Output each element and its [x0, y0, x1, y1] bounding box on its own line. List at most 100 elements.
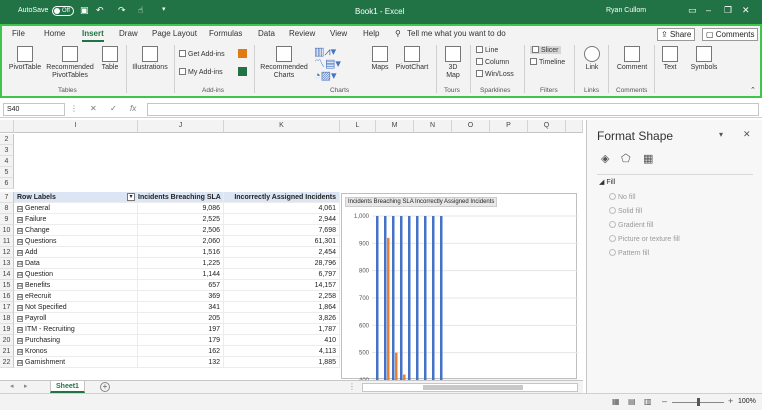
sparkline-column-button[interactable]: Column — [476, 58, 509, 66]
gradient-fill-option[interactable]: Gradient fill — [609, 221, 653, 229]
pivottable-button[interactable]: PivotTable — [8, 46, 42, 72]
value-cell[interactable]: 162 — [138, 346, 224, 357]
pattern-fill-option[interactable]: Pattern fill — [609, 249, 649, 257]
value-cell[interactable]: 1,225 — [138, 258, 224, 269]
value-cell[interactable]: 341 — [138, 302, 224, 313]
column-header[interactable]: Q — [528, 120, 566, 133]
value-cell[interactable]: 2,060 — [138, 236, 224, 247]
value-cell[interactable]: 1,144 — [138, 269, 224, 280]
redo-icon[interactable]: ↷ — [118, 5, 126, 16]
next-sheet-icon[interactable]: ▸ — [24, 382, 28, 390]
bar-incidents-breaching-sla[interactable] — [384, 216, 387, 380]
bar-incidents-breaching-sla[interactable] — [376, 216, 379, 380]
visio-icon[interactable] — [238, 67, 247, 76]
value-cell[interactable]: 2,944 — [224, 214, 340, 225]
expand-icon[interactable]: ⊟ — [17, 261, 23, 267]
expand-icon[interactable]: ⊟ — [17, 338, 23, 344]
maps-button[interactable]: Maps — [368, 46, 392, 72]
bar-incorrectly-assigned[interactable] — [387, 237, 390, 380]
row-label-cell[interactable]: ⊟ Garnishment — [14, 357, 138, 368]
row-label-cell[interactable]: ⊟ Questions — [14, 236, 138, 247]
page-break-view-icon[interactable]: ▥ — [644, 397, 652, 406]
autosave-toggle[interactable]: Off — [52, 6, 74, 16]
function-icon[interactable]: fx — [130, 104, 136, 113]
bar-incidents-breaching-sla[interactable] — [432, 216, 435, 380]
page-layout-view-icon[interactable]: ▤ — [628, 397, 636, 406]
row-number[interactable]: 5 — [0, 167, 14, 178]
prev-sheet-icon[interactable]: ◂ — [10, 382, 14, 390]
row-label-cell[interactable]: ⊟ Change — [14, 225, 138, 236]
save-icon[interactable]: ▣ — [80, 5, 89, 16]
expand-icon[interactable]: ⊟ — [17, 283, 23, 289]
column-header[interactable]: O — [452, 120, 490, 133]
row-number[interactable]: 10 — [0, 225, 14, 236]
row-number[interactable]: 17 — [0, 302, 14, 313]
row-label-cell[interactable]: ⊟ Data — [14, 258, 138, 269]
value-cell[interactable]: 1,864 — [224, 302, 340, 313]
comments-button[interactable]: ▢ Comments — [702, 28, 759, 41]
enter-icon[interactable]: ✓ — [110, 104, 117, 113]
bar-incidents-breaching-sla[interactable] — [400, 216, 403, 380]
row-number[interactable]: 15 — [0, 280, 14, 291]
row-number[interactable]: 11 — [0, 236, 14, 247]
row-number[interactable]: 6 — [0, 178, 14, 189]
expand-icon[interactable]: ⊟ — [17, 250, 23, 256]
value-cell[interactable]: 657 — [138, 280, 224, 291]
expand-icon[interactable]: ⊟ — [17, 316, 23, 322]
my-addins-button[interactable]: My Add-ins — [179, 68, 223, 76]
expand-icon[interactable]: ⊟ — [17, 239, 23, 245]
sparkline-winloss-button[interactable]: Win/Loss — [476, 70, 514, 78]
value-cell[interactable]: 4,061 — [224, 203, 340, 214]
bar-incorrectly-assigned[interactable] — [395, 352, 398, 380]
value-cell[interactable]: 1,516 — [138, 247, 224, 258]
bar-incidents-breaching-sla[interactable] — [416, 216, 419, 380]
name-box[interactable]: S40 — [3, 103, 65, 116]
close-icon[interactable]: ✕ — [742, 5, 750, 16]
zoom-out-icon[interactable]: – — [662, 396, 667, 406]
expand-icon[interactable]: ⊟ — [17, 272, 23, 278]
close-pane-icon[interactable]: ✕ — [743, 129, 751, 140]
row-label-cell[interactable]: ⊟ Not Specified — [14, 302, 138, 313]
row-number[interactable]: 3 — [0, 145, 14, 156]
bar-incidents-breaching-sla[interactable] — [392, 216, 395, 380]
value-cell[interactable]: 28,796 — [224, 258, 340, 269]
row-number[interactable]: 7 — [0, 192, 14, 203]
row-label-cell[interactable]: ⊟ General — [14, 203, 138, 214]
picture-fill-option[interactable]: Picture or texture fill — [609, 235, 680, 243]
row-label-cell[interactable]: ⊟ Question — [14, 269, 138, 280]
value-cell[interactable]: 2,454 — [224, 247, 340, 258]
column-header[interactable]: I — [14, 120, 138, 133]
column-header[interactable]: J — [138, 120, 224, 133]
restore-icon[interactable]: ❐ — [724, 5, 732, 16]
value-cell[interactable]: 7,698 — [224, 225, 340, 236]
value-cell[interactable]: 1,885 — [224, 357, 340, 368]
fill-line-icon[interactable]: ◈ — [601, 152, 609, 165]
pane-options-icon[interactable]: ▾ — [719, 130, 723, 139]
expand-icon[interactable]: ⊟ — [17, 327, 23, 333]
row-label-cell[interactable]: ⊟ Failure — [14, 214, 138, 225]
column-header[interactable]: M — [376, 120, 414, 133]
get-addins-button[interactable]: Get Add-ins — [179, 50, 225, 58]
row-number[interactable]: 21 — [0, 346, 14, 357]
row-label-cell[interactable]: ⊟ Benefits — [14, 280, 138, 291]
cancel-icon[interactable]: ✕ — [90, 104, 97, 113]
chart-types-icon[interactable]: ▥⩘▾ 〽▤▾ ◔▨▾ — [314, 46, 356, 82]
normal-view-icon[interactable]: ▦ — [612, 397, 620, 406]
user-name[interactable]: Ryan Cullom — [606, 7, 646, 14]
value-cell[interactable]: 410 — [224, 335, 340, 346]
tell-me-box[interactable]: Tell me what you want to do — [407, 29, 506, 38]
add-sheet-icon[interactable]: + — [100, 382, 110, 392]
row-number[interactable]: 16 — [0, 291, 14, 302]
row-number[interactable]: 4 — [0, 156, 14, 167]
expand-icon[interactable]: ⊟ — [17, 217, 23, 223]
value-cell[interactable]: 2,506 — [138, 225, 224, 236]
customize-toolbar-icon[interactable]: ▾ — [162, 5, 166, 13]
collapse-ribbon-icon[interactable]: ⌃ — [750, 86, 756, 94]
undo-icon[interactable]: ↶ — [96, 5, 104, 16]
row-number[interactable]: 20 — [0, 335, 14, 346]
touch-mode-icon[interactable]: ☝ — [138, 5, 143, 16]
recommended-charts-button[interactable]: Recommended Charts — [258, 46, 310, 80]
expand-icon[interactable]: ⊟ — [17, 228, 23, 234]
recommended-pivottables-button[interactable]: Recommended PivotTables — [46, 46, 94, 80]
value-cell[interactable]: 369 — [138, 291, 224, 302]
